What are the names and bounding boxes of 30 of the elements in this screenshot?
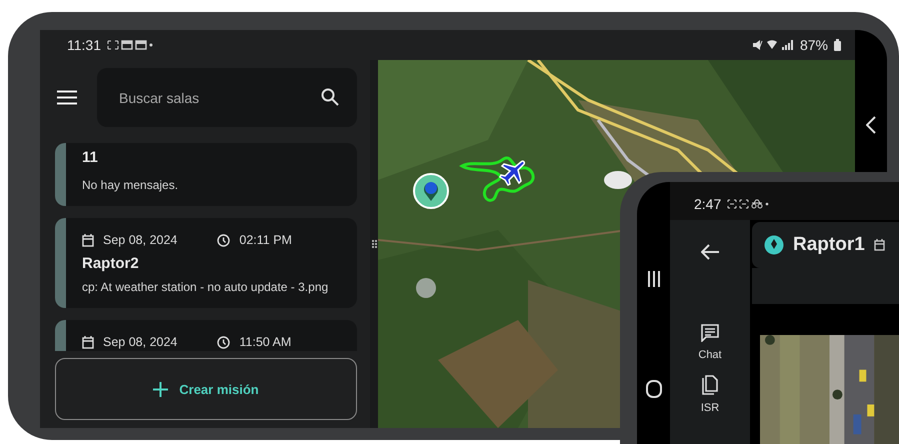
- chevron-left-icon[interactable]: [866, 116, 876, 134]
- drag-handle-icon[interactable]: [372, 240, 376, 248]
- accent-bar: [55, 143, 66, 206]
- battery-icon: [834, 39, 841, 51]
- status-icons: [107, 40, 153, 50]
- accent-bar: [55, 320, 66, 351]
- calendar-icon: [82, 336, 94, 348]
- room-card[interactable]: Sep 08, 2024 11:50 AM: [55, 320, 357, 351]
- room-title: Raptor2: [82, 255, 140, 272]
- room-card[interactable]: Sep 08, 2024 02:11 PM Raptor2 cp: At weather station - no auto update - 3.png: [55, 218, 357, 308]
- menu-icon[interactable]: [57, 90, 77, 105]
- battery-percent: 87%: [800, 37, 828, 53]
- clock-icon: [217, 336, 230, 348]
- room-card[interactable]: 11 No hay mensajes.: [55, 143, 357, 206]
- status-time: 11:31: [67, 37, 101, 53]
- calendar-icon: [874, 238, 885, 251]
- room-message: cp: At weather station - no auto update - 3.png: [82, 280, 330, 294]
- clock-icon: [217, 234, 230, 246]
- create-mission-button[interactable]: Crear misión: [55, 358, 357, 420]
- room-date: Sep 08, 2024: [103, 233, 178, 247]
- signal-icons: [752, 39, 794, 51]
- room-date: Sep 08, 2024: [103, 335, 178, 349]
- search-field[interactable]: Buscar salas: [97, 68, 357, 127]
- search-icon[interactable]: [321, 88, 339, 106]
- room-message: No hay mensajes.: [82, 178, 180, 192]
- calendar-icon: [82, 234, 94, 246]
- room-time: 11:50 AM: [239, 335, 292, 349]
- plus-icon: [153, 382, 168, 396]
- room-title: 11: [82, 149, 99, 166]
- room-time: 02:11 PM: [239, 233, 292, 247]
